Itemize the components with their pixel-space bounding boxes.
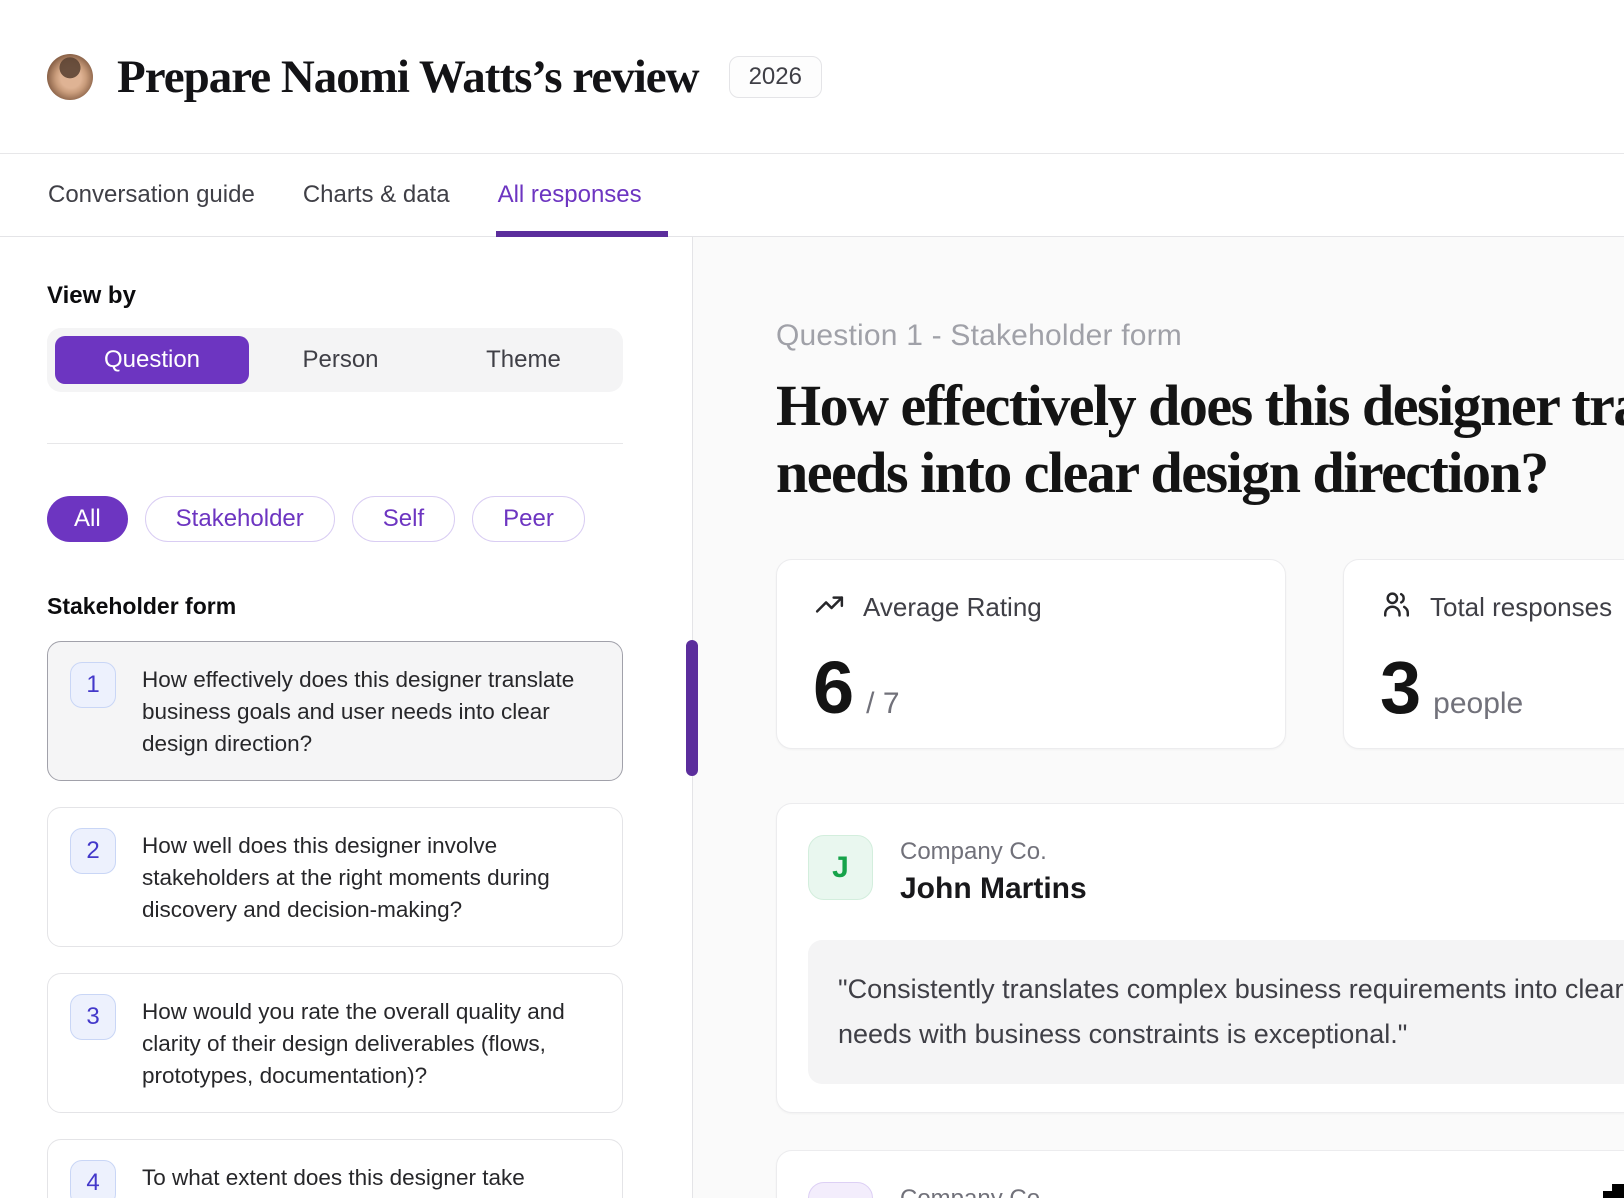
main-panel: Question 1 - Stakeholder form How effect…: [693, 237, 1624, 1198]
stat-value: 3: [1380, 648, 1421, 728]
filter-all[interactable]: All: [47, 496, 128, 542]
response-quote-line1: "Consistently translates complex busines…: [838, 967, 1624, 1012]
reviewee-avatar: [47, 54, 93, 100]
question-text: How effectively does this designer trans…: [142, 662, 604, 760]
responder-avatar: J: [808, 835, 873, 900]
page-title: Prepare Naomi Watts’s review: [117, 50, 699, 104]
question-item-4[interactable]: 4 To what extent does this designer take…: [47, 1139, 623, 1198]
question-heading-line2: needs into clear design direction?: [776, 439, 1624, 506]
question-context-label: Question 1 - Stakeholder form: [776, 318, 1624, 354]
responder-company: Company Co.: [900, 1182, 1047, 1198]
stat-label: Average Rating: [863, 592, 1042, 623]
response-card-second: S Company Co.: [776, 1150, 1624, 1198]
form-section-label: Stakeholder form: [47, 592, 623, 620]
stat-suffix: / 7: [866, 687, 899, 721]
content-row: View by Question Person Theme All Stakeh…: [0, 237, 1624, 1198]
question-list: 1 How effectively does this designer tra…: [47, 641, 623, 1198]
response-quote: "Consistently translates complex busines…: [808, 940, 1624, 1084]
question-text: How well does this designer involve stak…: [142, 828, 604, 926]
segment-theme[interactable]: Theme: [432, 336, 615, 384]
total-responses-card: Total responses 3 people: [1343, 559, 1624, 749]
sidebar: View by Question Person Theme All Stakeh…: [0, 237, 693, 1198]
average-rating-card: Average Rating 6 / 7: [776, 559, 1286, 749]
tab-bar: Conversation guide Charts & data All res…: [0, 154, 1624, 237]
tab-conversation-guide[interactable]: Conversation guide: [48, 154, 255, 236]
question-number-badge: 2: [70, 828, 116, 874]
filter-pill-row: All Stakeholder Self Peer: [47, 496, 623, 542]
responder-name: John Martins: [900, 870, 1087, 908]
year-badge: 2026: [729, 56, 822, 98]
sidebar-divider: [47, 443, 623, 444]
question-number-badge: 1: [70, 662, 116, 708]
question-text: How would you rate the overall quality a…: [142, 994, 604, 1092]
question-number-badge: 3: [70, 994, 116, 1040]
page-header: Prepare Naomi Watts’s review 2026: [0, 0, 1624, 154]
people-icon: [1380, 588, 1413, 626]
responder-avatar: S: [808, 1182, 873, 1198]
stat-value: 6: [813, 648, 854, 728]
view-mode-segmented-control: Question Person Theme: [47, 328, 623, 392]
question-heading: How effectively does this designer trans…: [776, 372, 1624, 506]
response-quote-line2: needs with business constraints is excep…: [838, 1012, 1624, 1057]
question-item-2[interactable]: 2 How well does this designer involve st…: [47, 807, 623, 947]
filter-self[interactable]: Self: [352, 496, 455, 542]
question-text: To what extent does this designer take o…: [142, 1160, 604, 1198]
question-heading-line1: How effectively does this designer trans…: [776, 372, 1624, 439]
stat-suffix: people: [1433, 687, 1523, 721]
response-card-john-martins: J Company Co. John Martins "Consistently…: [776, 803, 1624, 1113]
segment-question[interactable]: Question: [55, 336, 249, 384]
segment-person[interactable]: Person: [249, 336, 432, 384]
question-number-badge: 4: [70, 1160, 116, 1198]
responses-list: J Company Co. John Martins "Consistently…: [776, 803, 1624, 1198]
question-item-3[interactable]: 3 How would you rate the overall quality…: [47, 973, 623, 1113]
tab-all-responses[interactable]: All responses: [498, 154, 642, 236]
responder-company: Company Co.: [900, 835, 1087, 867]
filter-peer[interactable]: Peer: [472, 496, 585, 542]
trending-up-icon: [813, 588, 846, 626]
tab-charts-data[interactable]: Charts & data: [303, 154, 450, 236]
view-by-label: View by: [47, 281, 623, 311]
selected-question-indicator: [686, 640, 698, 776]
stat-label: Total responses: [1430, 592, 1612, 623]
question-item-1[interactable]: 1 How effectively does this designer tra…: [47, 641, 623, 781]
filter-stakeholder[interactable]: Stakeholder: [145, 496, 335, 542]
stats-row: Average Rating 6 / 7: [776, 559, 1624, 749]
